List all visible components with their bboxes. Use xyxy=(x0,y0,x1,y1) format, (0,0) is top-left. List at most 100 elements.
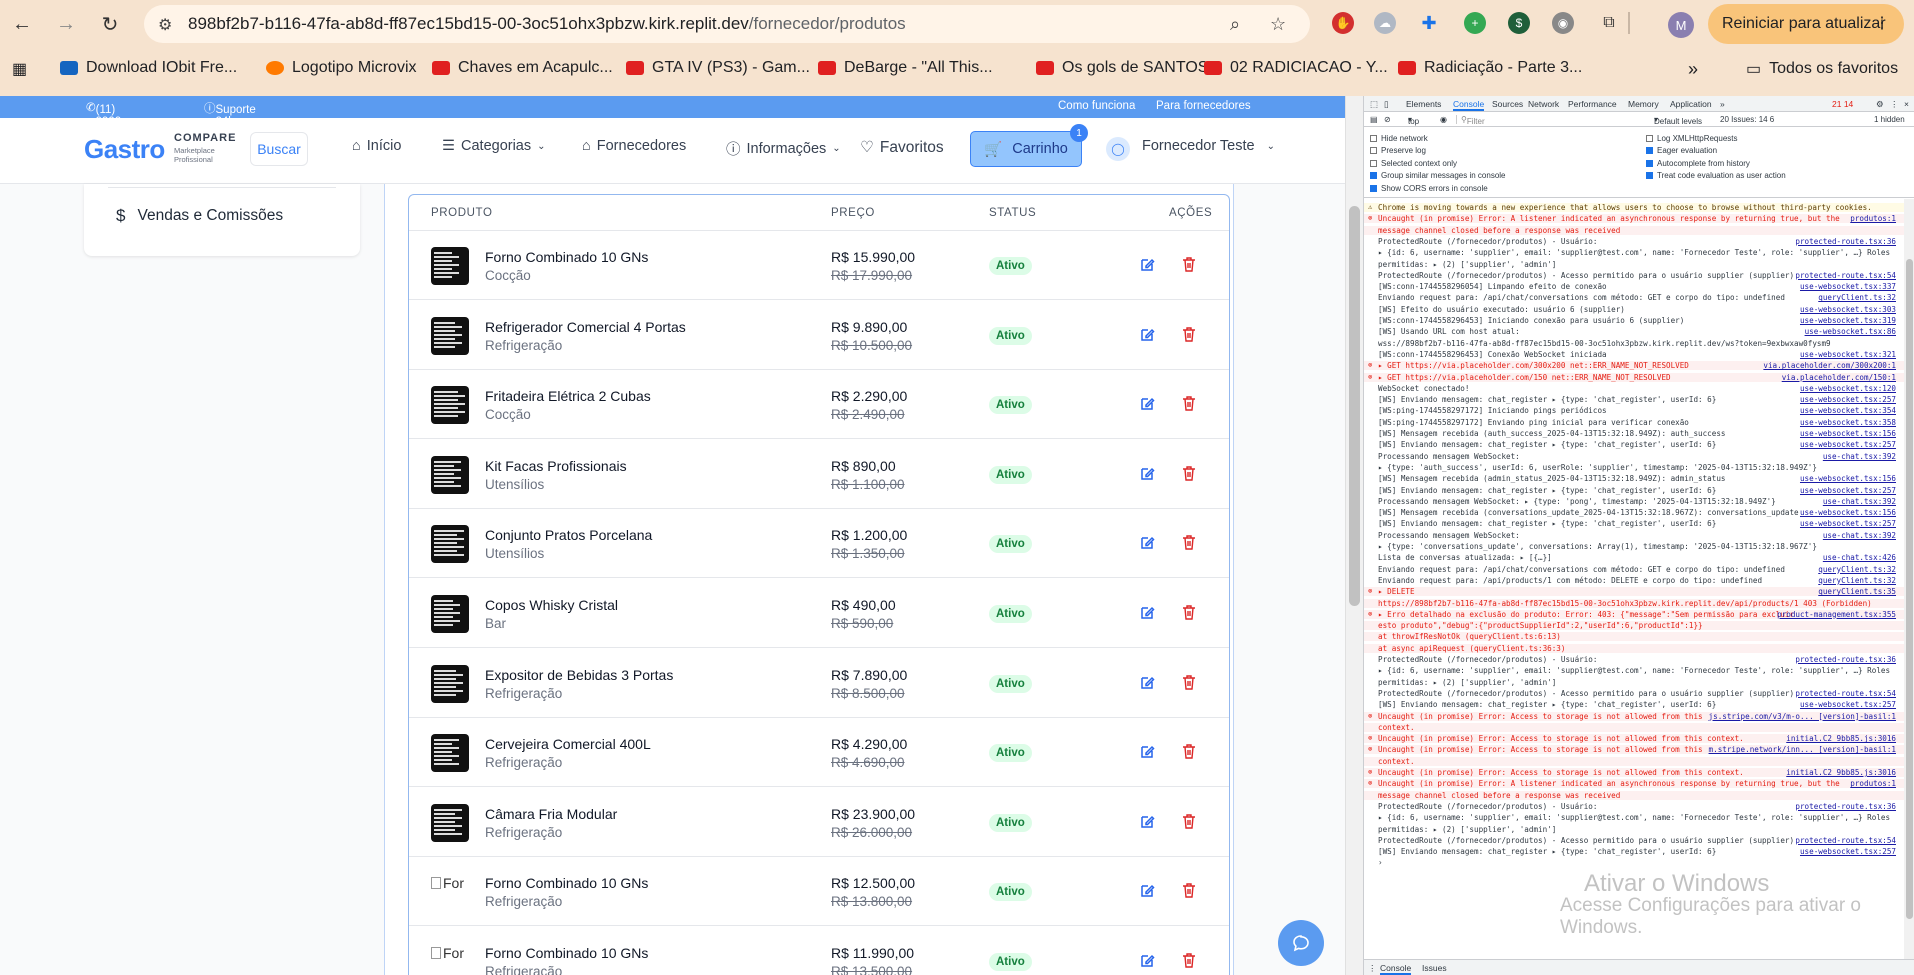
console-source-link[interactable]: js.stripe.com/v3/m-o..._[version]-basil:… xyxy=(1709,712,1896,721)
nav-suppliers[interactable]: ⌂ Fornecedores xyxy=(582,138,686,154)
console-source-link[interactable]: use-chat.tsx:426 xyxy=(1823,553,1896,562)
nav-info[interactable]: ⓘ Informações ⌄ xyxy=(726,138,841,159)
context-select[interactable]: top ▾ xyxy=(1408,115,1419,126)
checkbox-box[interactable] xyxy=(1370,184,1377,192)
checkbox-box[interactable] xyxy=(1646,147,1653,155)
console-source-link[interactable]: use-websocket.tsx:257 xyxy=(1800,847,1896,856)
adblock-extension-icon[interactable]: ✋ xyxy=(1332,12,1354,34)
console-source-link[interactable]: use-websocket.tsx:319 xyxy=(1800,316,1896,325)
nav-categories[interactable]: ☰ Categorias ⌄ xyxy=(442,138,546,154)
search-button[interactable]: Buscar xyxy=(250,132,308,166)
tab-more[interactable]: » xyxy=(1720,99,1725,109)
console-setting-checkbox[interactable]: Preserve log xyxy=(1370,146,1426,155)
tab-application[interactable]: Application xyxy=(1670,99,1712,109)
edit-icon[interactable] xyxy=(1139,396,1155,412)
console-source-link[interactable]: use-websocket.tsx:257 xyxy=(1800,486,1896,495)
trash-icon[interactable] xyxy=(1181,604,1197,621)
plus-extension-icon[interactable]: + xyxy=(1464,12,1486,34)
drawer-menu-icon[interactable]: ⋮ xyxy=(1368,963,1377,974)
console-source-link[interactable]: protected-route.tsx:36 xyxy=(1795,802,1896,811)
edit-icon[interactable] xyxy=(1139,535,1155,551)
bookmark-item[interactable]: 02 RADICIACAO - Y... xyxy=(1204,59,1388,77)
console-setting-checkbox[interactable]: Eager evaluation xyxy=(1646,146,1717,155)
console-source-link[interactable]: use-websocket.tsx:257 xyxy=(1800,395,1896,404)
console-scrollbar-thumb[interactable] xyxy=(1906,259,1913,919)
trash-icon[interactable] xyxy=(1181,534,1197,551)
console-source-link[interactable]: queryClient.ts:32 xyxy=(1818,565,1896,574)
sidebar-toggle-icon[interactable]: ▤ xyxy=(1370,115,1378,124)
console-source-link[interactable]: use-chat.tsx:392 xyxy=(1823,531,1896,540)
settings-gear-icon[interactable]: ⚙ xyxy=(1876,99,1884,110)
console-source-link[interactable]: produtos:1 xyxy=(1850,214,1896,223)
nav-favorites[interactable]: ♡ Favoritos xyxy=(860,138,944,157)
tab-network[interactable]: Network xyxy=(1528,99,1559,109)
user-icon[interactable]: ◯ xyxy=(1106,137,1130,161)
edit-icon[interactable] xyxy=(1139,466,1155,482)
console-source-link[interactable]: protected-route.tsx:54 xyxy=(1795,271,1896,280)
console-source-link[interactable]: use-websocket.tsx:358 xyxy=(1800,418,1896,427)
console-source-link[interactable]: use-websocket.tsx:321 xyxy=(1800,350,1896,359)
console-source-link[interactable]: use-websocket.tsx:257 xyxy=(1800,440,1896,449)
page-scrollbar[interactable] xyxy=(1345,96,1363,975)
console-source-link[interactable]: use-chat.tsx:392 xyxy=(1823,497,1896,506)
close-icon[interactable]: × xyxy=(1904,99,1909,109)
all-favorites-folder[interactable]: ▭ Todos os favoritos xyxy=(1746,59,1898,79)
url-bar[interactable]: ⚙ 898bf2b7-b116-47fa-ab8d-ff87ec15bd15-0… xyxy=(144,5,1310,43)
eye-icon[interactable]: ◉ xyxy=(1440,115,1447,124)
console-scrollbar[interactable] xyxy=(1904,199,1914,959)
cart-button[interactable]: 🛒 Carrinho xyxy=(970,131,1082,167)
checkbox-box[interactable] xyxy=(1646,172,1653,180)
console-source-link[interactable]: m.stripe.network/inn..._[version]-basil:… xyxy=(1709,745,1896,754)
tab-performance[interactable]: Performance xyxy=(1568,99,1617,109)
drawer-tab-console[interactable]: Console xyxy=(1380,963,1412,975)
console-source-link[interactable]: initial.C2_9bb85.js:3016 xyxy=(1786,734,1896,743)
more-menu-icon[interactable]: ⋮ xyxy=(1874,13,1890,33)
console-setting-checkbox[interactable]: Hide network xyxy=(1370,134,1428,143)
device-toggle-icon[interactable]: ▯ xyxy=(1384,99,1389,110)
console-source-link[interactable]: use-websocket.tsx:337 xyxy=(1800,282,1896,291)
tab-memory[interactable]: Memory xyxy=(1628,99,1659,109)
trash-icon[interactable] xyxy=(1181,395,1197,412)
bookmark-item[interactable]: GTA IV (PS3) - Gam... xyxy=(626,59,810,77)
console-source-link[interactable]: use-websocket.tsx:156 xyxy=(1800,429,1896,438)
console-filter-input[interactable]: ⚲ Filter xyxy=(1456,115,1646,126)
apps-grid-icon[interactable]: ▦ xyxy=(12,59,27,79)
console-source-link[interactable]: use-websocket.tsx:86 xyxy=(1805,327,1896,336)
extension-cloud-icon[interactable]: ☁ xyxy=(1374,12,1396,34)
console-source-link[interactable]: queryClient.ts:32 xyxy=(1818,576,1896,585)
vpn-extension-icon[interactable]: $ xyxy=(1508,12,1530,34)
trash-icon[interactable] xyxy=(1181,256,1197,273)
bookmark-star-icon[interactable]: ☆ xyxy=(1270,14,1286,35)
tab-console[interactable]: Console xyxy=(1453,99,1485,111)
console-source-link[interactable]: queryClient.ts:35 xyxy=(1818,587,1896,596)
console-source-link[interactable]: use-websocket.tsx:120 xyxy=(1800,384,1896,393)
console-source-link[interactable]: initial.C2_9bb85.js:3016 xyxy=(1786,768,1896,777)
nav-home[interactable]: ⌂ Início xyxy=(352,138,401,154)
checkbox-box[interactable] xyxy=(1370,172,1377,180)
console-source-link[interactable]: protected-route.tsx:36 xyxy=(1795,655,1896,664)
trash-icon[interactable] xyxy=(1181,326,1197,343)
console-setting-checkbox[interactable]: Selected context only xyxy=(1370,159,1457,168)
console-setting-checkbox[interactable]: Log XMLHttpRequests xyxy=(1646,134,1738,143)
console-source-link[interactable]: protected-route.tsx:54 xyxy=(1795,836,1896,845)
checkbox-box[interactable] xyxy=(1370,159,1377,167)
bookmarks-overflow-button[interactable]: » xyxy=(1688,59,1698,80)
bookmark-item[interactable]: Chaves em Acapulc... xyxy=(432,59,613,77)
bookmark-item[interactable]: Radiciação - Parte 3... xyxy=(1398,59,1582,77)
zoom-icon[interactable]: ⌕ xyxy=(1230,14,1240,35)
console-source-link[interactable]: use-websocket.tsx:257 xyxy=(1800,700,1896,709)
chat-button[interactable] xyxy=(1278,920,1324,966)
profile-avatar[interactable]: M xyxy=(1668,12,1694,38)
console-source-link[interactable]: use-chat.tsx:392 xyxy=(1823,452,1896,461)
edit-icon[interactable] xyxy=(1139,814,1155,830)
trash-icon[interactable] xyxy=(1181,882,1197,899)
inspect-icon[interactable]: ⬚ xyxy=(1370,99,1378,110)
restart-to-update-button[interactable]: Reiniciar para atualizar ⋮ xyxy=(1708,4,1904,44)
console-setting-checkbox[interactable]: Group similar messages in console xyxy=(1370,171,1506,180)
extensions-menu-icon[interactable]: ⧉ xyxy=(1598,12,1620,34)
trash-icon[interactable] xyxy=(1181,674,1197,691)
for-suppliers-link[interactable]: Para fornecedores xyxy=(1156,100,1251,112)
trash-icon[interactable] xyxy=(1181,465,1197,482)
bookmark-item[interactable]: Logotipo Microvix xyxy=(266,59,417,77)
log-levels-select[interactable]: Default levels ▾ xyxy=(1654,115,1702,126)
